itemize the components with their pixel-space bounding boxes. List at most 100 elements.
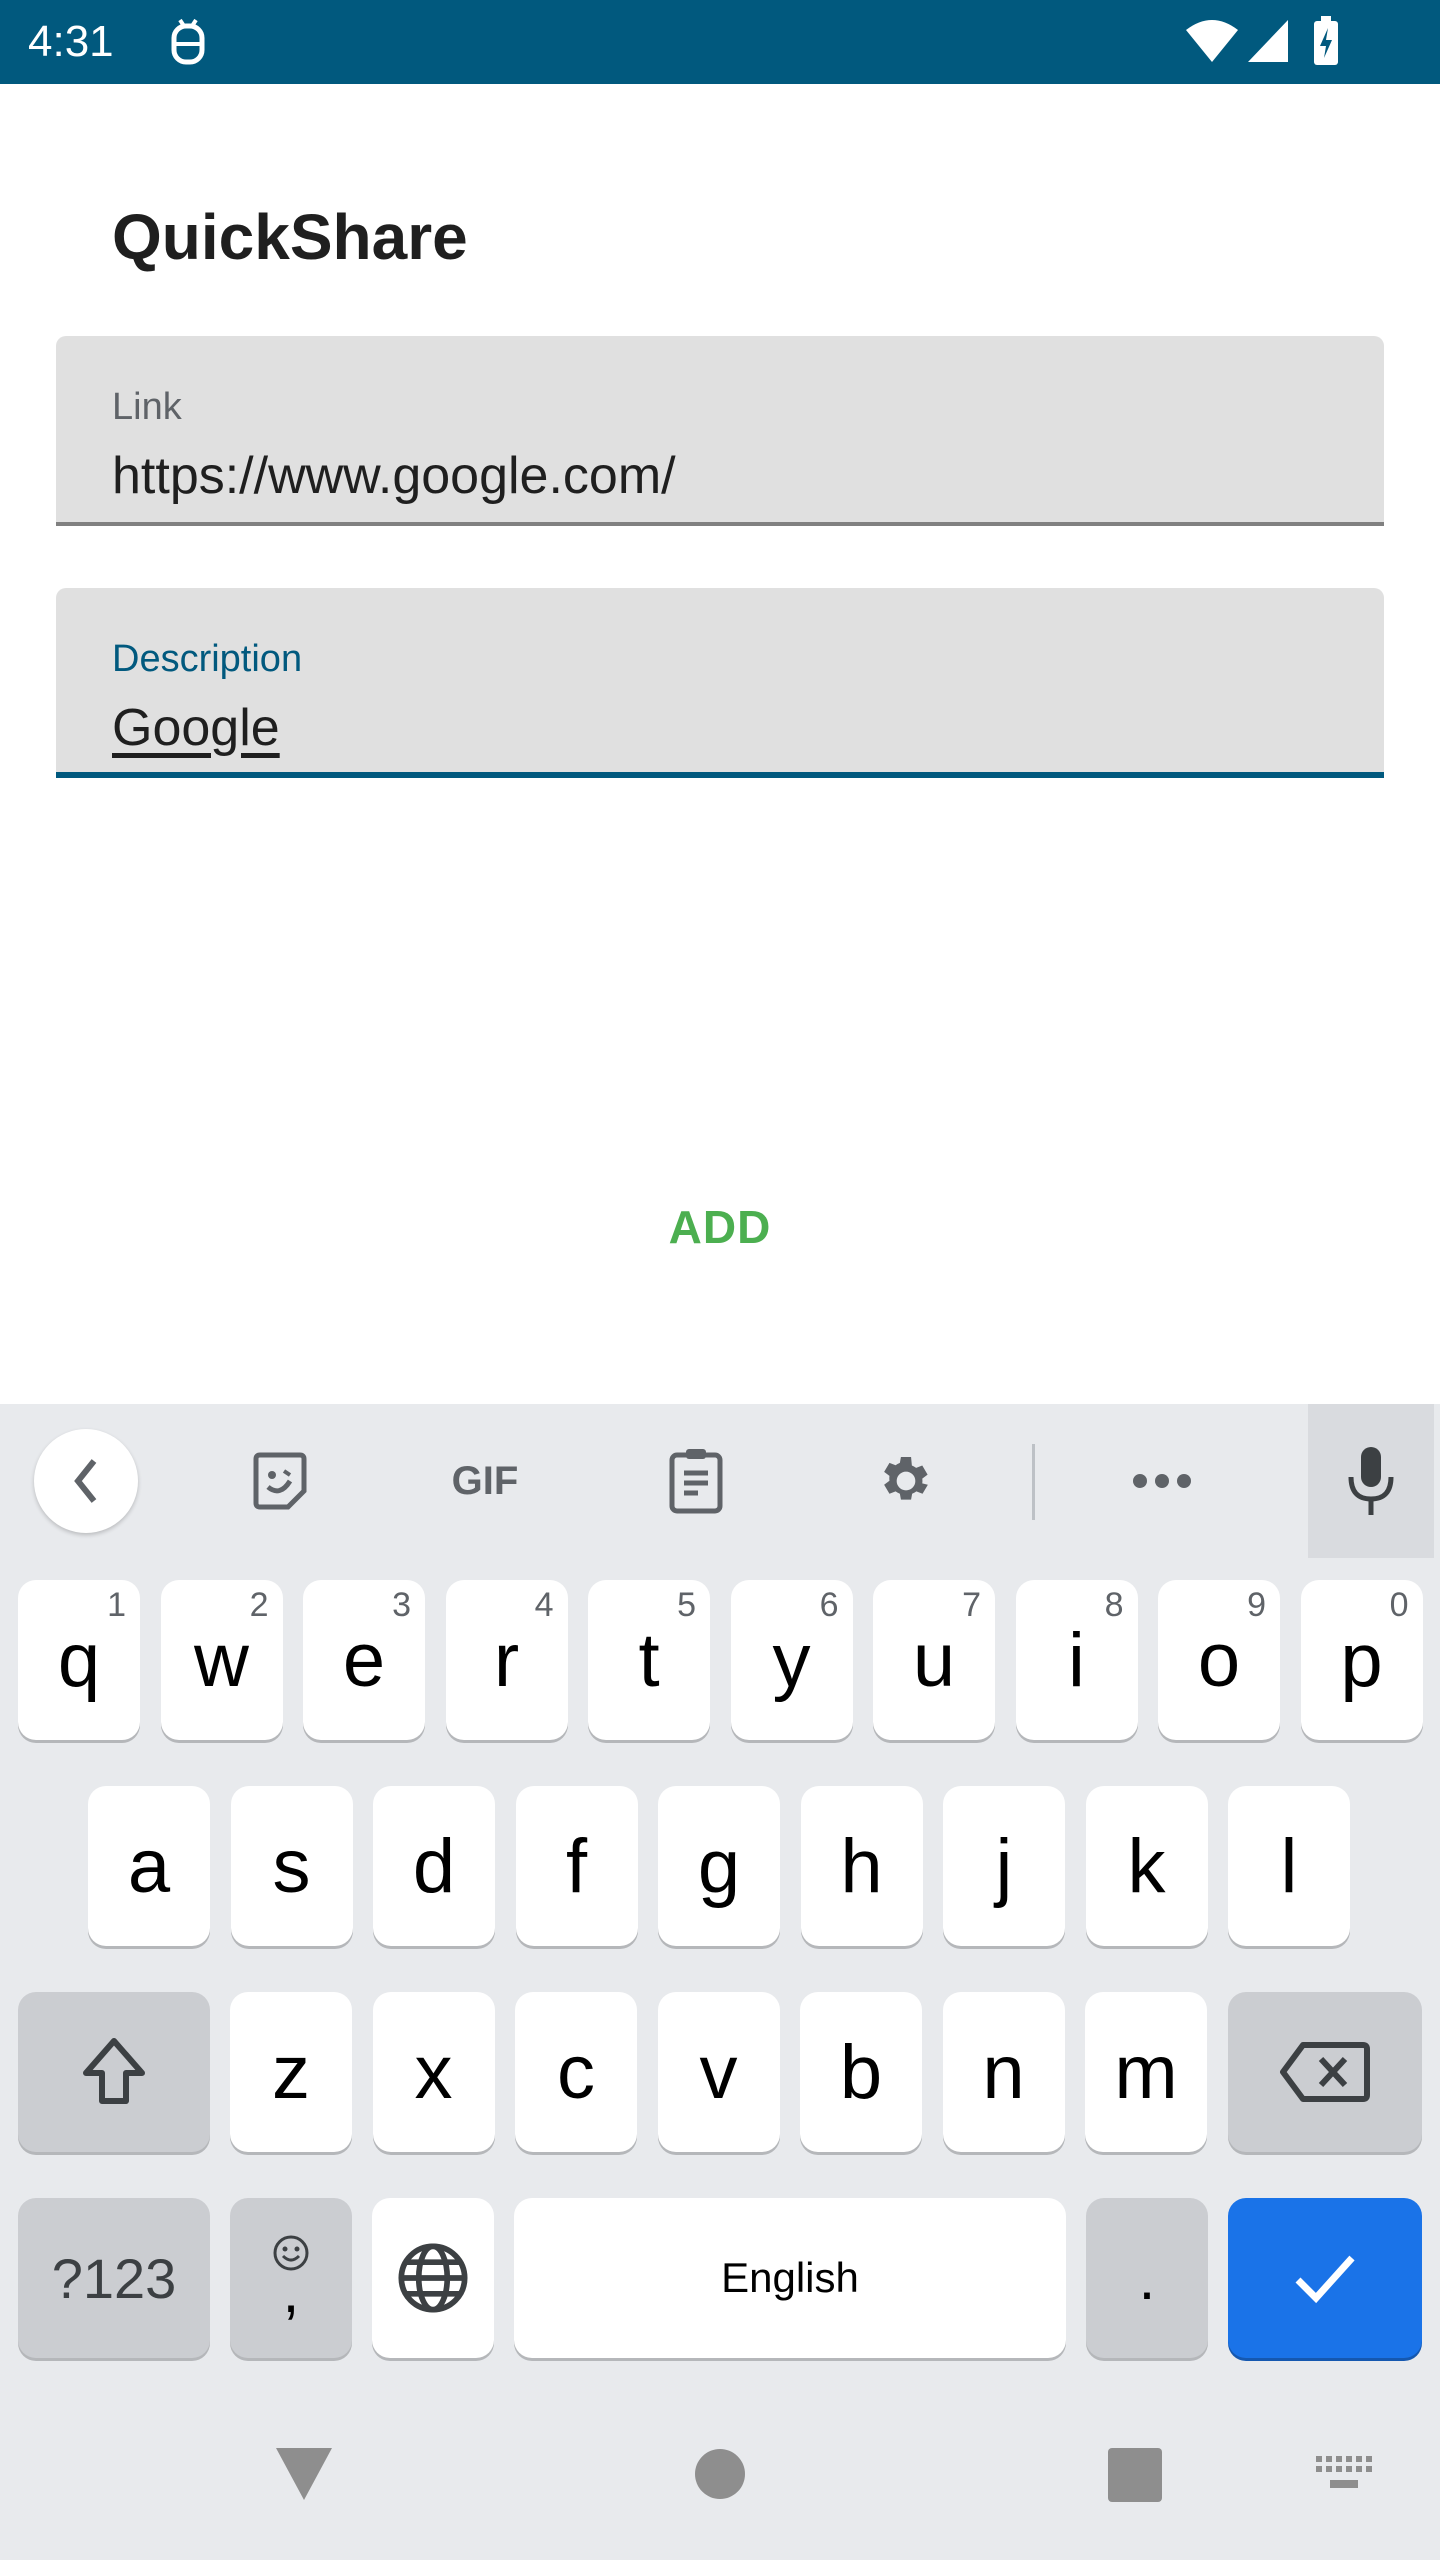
key-q[interactable]: q1 <box>18 1580 140 1740</box>
key-hint: 6 <box>819 1586 839 1624</box>
key-s[interactable]: s <box>230 1786 353 1946</box>
key-hint: 1 <box>107 1586 126 1624</box>
key-k[interactable]: k <box>1085 1786 1208 1946</box>
nav-recents-icon[interactable] <box>1108 2448 1162 2502</box>
link-underline <box>56 522 1384 526</box>
toolbar-divider <box>1032 1444 1035 1520</box>
sticker-icon <box>253 1452 307 1510</box>
key-f[interactable]: f <box>515 1786 638 1946</box>
period-key[interactable]: . <box>1086 2198 1208 2358</box>
key-hint: 8 <box>1104 1586 1124 1624</box>
back-button[interactable] <box>34 1404 138 1558</box>
key-y[interactable]: y6 <box>730 1580 853 1740</box>
key-label: c <box>557 2029 595 2115</box>
key-label: w <box>194 1617 249 1703</box>
sticker-button[interactable] <box>230 1404 330 1558</box>
nav-back-icon[interactable] <box>274 2446 334 2502</box>
key-l[interactable]: l <box>1228 1786 1350 1946</box>
status-time: 4:31 <box>28 17 114 66</box>
key-hint: 9 <box>1247 1586 1266 1624</box>
key-a[interactable]: a <box>88 1786 210 1946</box>
period-label: . <box>1138 2244 1156 2312</box>
key-label: e <box>342 1617 386 1703</box>
key-label: m <box>1114 2029 1178 2115</box>
page-title: QuickShare <box>112 201 468 273</box>
key-label: n <box>982 2029 1025 2115</box>
key-label: u <box>912 1617 956 1703</box>
link-field[interactable]: Link https://www.google.com/ <box>56 336 1384 526</box>
symbols-label: ?123 <box>51 2246 177 2310</box>
add-button[interactable]: ADD <box>620 1200 820 1254</box>
shift-key[interactable] <box>18 1992 210 2152</box>
clipboard-icon <box>669 1449 723 1514</box>
link-value: https://www.google.com/ <box>112 447 676 505</box>
shift-icon <box>83 2038 145 2104</box>
key-w[interactable]: w2 <box>160 1580 283 1740</box>
key-g[interactable]: g <box>658 1786 780 1946</box>
key-e[interactable]: e3 <box>303 1580 425 1740</box>
key-i[interactable]: i8 <box>1015 1580 1138 1740</box>
key-label: x <box>414 2029 453 2115</box>
description-label: Description <box>112 638 303 680</box>
description-value: Google <box>112 699 280 757</box>
key-label: o <box>1197 1617 1241 1703</box>
key-c[interactable]: c <box>515 1992 637 2152</box>
description-underline <box>56 772 1384 778</box>
clipboard-button[interactable] <box>646 1404 746 1558</box>
backspace-key[interactable] <box>1228 1992 1422 2152</box>
key-m[interactable]: m <box>1085 1992 1207 2152</box>
key-label: d <box>412 1823 456 1909</box>
key-p[interactable]: p0 <box>1300 1580 1423 1740</box>
key-d[interactable]: d <box>373 1786 495 1946</box>
signal-icon <box>1248 20 1288 62</box>
key-v[interactable]: v <box>657 1992 780 2152</box>
link-label: Link <box>112 386 182 428</box>
key-label: z <box>272 2029 310 2115</box>
key-hint: 2 <box>249 1586 269 1624</box>
key-label: i <box>1068 1617 1085 1703</box>
microphone-button[interactable] <box>1308 1404 1434 1558</box>
nav-home-icon[interactable] <box>694 2448 746 2500</box>
gif-button[interactable]: GIF <box>430 1404 540 1558</box>
status-bar: 4:31 <box>0 0 1440 84</box>
key-t[interactable]: t5 <box>588 1580 710 1740</box>
space-key[interactable]: English <box>514 2198 1066 2358</box>
key-o[interactable]: o9 <box>1158 1580 1280 1740</box>
key-label: f <box>565 1823 588 1909</box>
backspace-icon <box>1280 2042 1370 2102</box>
key-n[interactable]: n <box>942 1992 1065 2152</box>
more-button[interactable] <box>1112 1404 1212 1558</box>
keyboard-switch-icon[interactable] <box>1316 2456 1372 2492</box>
comma-emoji-key[interactable]: , <box>230 2198 352 2358</box>
key-x[interactable]: x <box>372 1992 495 2152</box>
enter-key[interactable] <box>1228 2198 1422 2358</box>
key-h[interactable]: h <box>800 1786 923 1946</box>
keyboard: GIF q1w2e3r4t5y6u7i8o9p0asdfghjklzxcvbnm… <box>0 1404 1440 2560</box>
microphone-icon <box>1348 1447 1394 1515</box>
key-label: r <box>493 1617 520 1703</box>
checkmark-icon <box>1295 2255 1355 2304</box>
description-field[interactable]: Description Google <box>56 588 1384 778</box>
key-u[interactable]: u7 <box>873 1580 995 1740</box>
language-key[interactable] <box>372 2198 494 2358</box>
key-r[interactable]: r4 <box>445 1580 568 1740</box>
settings-button[interactable] <box>856 1404 956 1558</box>
key-label: k <box>1127 1823 1166 1909</box>
key-z[interactable]: z <box>230 1992 352 2152</box>
key-j[interactable]: j <box>943 1786 1065 1946</box>
key-label: h <box>840 1823 883 1909</box>
debug-icon <box>171 18 205 65</box>
battery-charging-icon <box>1314 16 1338 65</box>
back-icon <box>74 1459 97 1503</box>
key-hint: 5 <box>677 1586 696 1624</box>
key-label: j <box>995 1823 1013 1909</box>
settings-icon <box>884 1457 928 1500</box>
key-label: a <box>127 1823 171 1909</box>
symbols-key[interactable]: ?123 <box>18 2198 210 2358</box>
key-label: l <box>1280 1823 1298 1909</box>
key-b[interactable]: b <box>800 1992 922 2152</box>
key-label: g <box>697 1823 741 1909</box>
gif-icon: GIF <box>451 1458 519 1503</box>
key-hint: 0 <box>1389 1586 1409 1624</box>
key-label: q <box>57 1617 101 1703</box>
